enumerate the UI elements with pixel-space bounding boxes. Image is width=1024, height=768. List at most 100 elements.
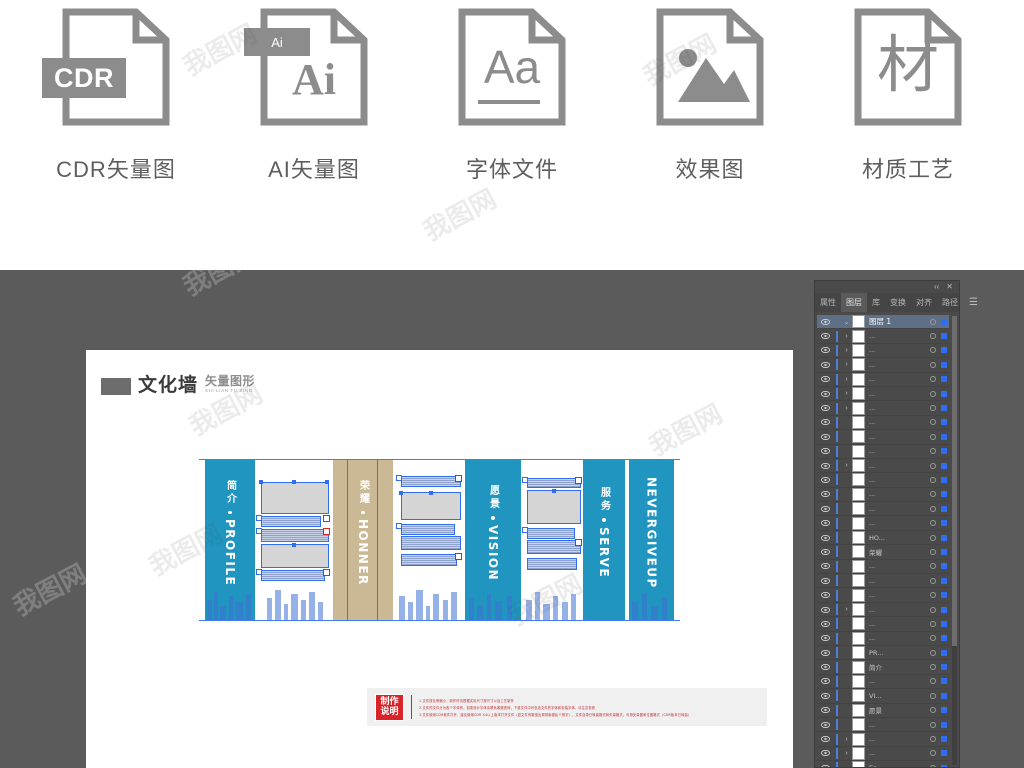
collapse-icon[interactable]: ‹‹ bbox=[934, 283, 939, 291]
layer-style-icon[interactable] bbox=[927, 692, 938, 699]
layer-mask-icon[interactable] bbox=[938, 649, 949, 656]
layer-mask-icon[interactable] bbox=[938, 333, 949, 340]
layer-visibility-icon[interactable] bbox=[819, 405, 832, 412]
layer-row[interactable]: ... bbox=[817, 718, 949, 733]
layer-mask-icon[interactable] bbox=[938, 347, 949, 354]
layer-list[interactable]: ⌄ 图层 1 ›... ›... ›... ›... ›... ›............ ›.… bbox=[815, 312, 959, 767]
layer-visibility-icon[interactable] bbox=[819, 390, 832, 397]
layer-visibility-icon[interactable] bbox=[819, 476, 832, 483]
layer-row[interactable]: ... bbox=[817, 473, 949, 488]
layer-style-icon[interactable] bbox=[927, 750, 938, 757]
file-type-cell-material[interactable]: 材 材质工艺 bbox=[833, 6, 983, 184]
layer-visibility-icon[interactable] bbox=[819, 750, 832, 757]
layer-row[interactable]: ›... bbox=[817, 603, 949, 618]
layer-visibility-icon[interactable] bbox=[819, 347, 832, 354]
layer-visibility-icon[interactable] bbox=[819, 649, 832, 656]
layer-mask-icon[interactable] bbox=[938, 548, 949, 555]
layer-style-icon[interactable] bbox=[927, 736, 938, 743]
hamburger-icon[interactable]: ☰ bbox=[963, 293, 984, 312]
layer-row[interactable]: ... bbox=[817, 588, 949, 603]
document-canvas[interactable]: 文化墙 矢量图形 SHI LIAN TU XING 简介 PROFILE 荣耀 … bbox=[86, 350, 793, 768]
layer-expand-arrow-icon[interactable]: › bbox=[841, 347, 852, 354]
layer-mask-icon[interactable] bbox=[938, 692, 949, 699]
layer-style-icon[interactable] bbox=[927, 592, 938, 599]
layer-mask-icon[interactable] bbox=[938, 534, 949, 541]
layer-visibility-icon[interactable] bbox=[819, 505, 832, 512]
layer-style-icon[interactable] bbox=[927, 491, 938, 498]
layer-row[interactable]: ›... bbox=[817, 372, 949, 387]
layer-style-icon[interactable] bbox=[927, 361, 938, 368]
layer-visibility-icon[interactable] bbox=[819, 433, 832, 440]
layer-row[interactable]: 简介 bbox=[817, 660, 949, 675]
layer-row[interactable]: PR... bbox=[817, 646, 949, 661]
layer-visibility-icon[interactable] bbox=[819, 620, 832, 627]
layer-expand-arrow-icon[interactable]: › bbox=[841, 333, 852, 340]
layer-mask-icon[interactable] bbox=[938, 419, 949, 426]
layer-row[interactable]: HO... bbox=[817, 531, 949, 546]
layer-visibility-icon[interactable] bbox=[819, 448, 832, 455]
layer-row[interactable]: En... bbox=[817, 761, 949, 767]
layer-visibility-icon[interactable] bbox=[819, 764, 832, 767]
layer-expand-arrow-icon[interactable]: ⌄ bbox=[841, 318, 852, 326]
layer-visibility-icon[interactable] bbox=[819, 318, 832, 325]
layer-expand-arrow-icon[interactable]: › bbox=[841, 750, 852, 757]
layer-visibility-icon[interactable] bbox=[819, 376, 832, 383]
layer-expand-arrow-icon[interactable]: › bbox=[841, 376, 852, 383]
tab-properties[interactable]: 属性 bbox=[815, 293, 841, 312]
layer-style-icon[interactable] bbox=[927, 721, 938, 728]
layer-style-icon[interactable] bbox=[927, 534, 938, 541]
layer-style-icon[interactable] bbox=[927, 548, 938, 555]
layer-row[interactable]: ... bbox=[817, 631, 949, 646]
layer-row[interactable]: ›... bbox=[817, 329, 949, 344]
layer-mask-icon[interactable] bbox=[938, 721, 949, 728]
layer-visibility-icon[interactable] bbox=[819, 548, 832, 555]
layer-style-icon[interactable] bbox=[927, 419, 938, 426]
layer-visibility-icon[interactable] bbox=[819, 736, 832, 743]
layer-style-icon[interactable] bbox=[927, 664, 938, 671]
layer-style-icon[interactable] bbox=[927, 318, 938, 325]
layer-visibility-icon[interactable] bbox=[819, 462, 832, 469]
layer-style-icon[interactable] bbox=[927, 476, 938, 483]
layer-visibility-icon[interactable] bbox=[819, 678, 832, 685]
layer-row[interactable]: ›... bbox=[817, 459, 949, 474]
layer-mask-icon[interactable] bbox=[938, 462, 949, 469]
layer-visibility-icon[interactable] bbox=[819, 635, 832, 642]
layer-mask-icon[interactable] bbox=[938, 520, 949, 527]
layer-visibility-icon[interactable] bbox=[819, 577, 832, 584]
layer-expand-arrow-icon[interactable]: › bbox=[841, 390, 852, 397]
layer-mask-icon[interactable] bbox=[938, 635, 949, 642]
layer-style-icon[interactable] bbox=[927, 563, 938, 570]
layer-expand-arrow-icon[interactable]: › bbox=[841, 462, 852, 469]
wall-artwork[interactable]: 简介 PROFILE 荣耀 HONNER 愿景 VISION 服务 SERVE … bbox=[199, 459, 680, 621]
layer-style-icon[interactable] bbox=[927, 448, 938, 455]
layer-row[interactable]: ›... bbox=[817, 732, 949, 747]
layer-mask-icon[interactable] bbox=[938, 390, 949, 397]
selection-group[interactable] bbox=[396, 475, 462, 586]
layer-row[interactable]: ... bbox=[817, 444, 949, 459]
layer-row[interactable]: ... bbox=[817, 574, 949, 589]
layer-row[interactable]: 荣耀 bbox=[817, 545, 949, 560]
layer-mask-icon[interactable] bbox=[938, 750, 949, 757]
layer-visibility-icon[interactable] bbox=[819, 707, 832, 714]
layer-mask-icon[interactable] bbox=[938, 505, 949, 512]
layer-visibility-icon[interactable] bbox=[819, 664, 832, 671]
layer-mask-icon[interactable] bbox=[938, 563, 949, 570]
layer-style-icon[interactable] bbox=[927, 462, 938, 469]
layer-visibility-icon[interactable] bbox=[819, 361, 832, 368]
layer-visibility-icon[interactable] bbox=[819, 692, 832, 699]
layer-mask-icon[interactable] bbox=[938, 620, 949, 627]
layer-style-icon[interactable] bbox=[927, 505, 938, 512]
layer-style-icon[interactable] bbox=[927, 707, 938, 714]
tab-paths[interactable]: 路径 bbox=[937, 293, 963, 312]
tab-layers[interactable]: 图层 bbox=[841, 293, 867, 312]
layer-visibility-icon[interactable] bbox=[819, 333, 832, 340]
layer-mask-icon[interactable] bbox=[938, 491, 949, 498]
layer-style-icon[interactable] bbox=[927, 577, 938, 584]
layer-scrollbar-thumb[interactable] bbox=[952, 316, 957, 646]
layer-style-icon[interactable] bbox=[927, 520, 938, 527]
layer-visibility-icon[interactable] bbox=[819, 534, 832, 541]
layer-row[interactable]: ... bbox=[817, 487, 949, 503]
layer-style-icon[interactable] bbox=[927, 347, 938, 354]
layer-row[interactable]: ... bbox=[817, 617, 949, 632]
layer-row[interactable]: ›... bbox=[817, 746, 949, 762]
